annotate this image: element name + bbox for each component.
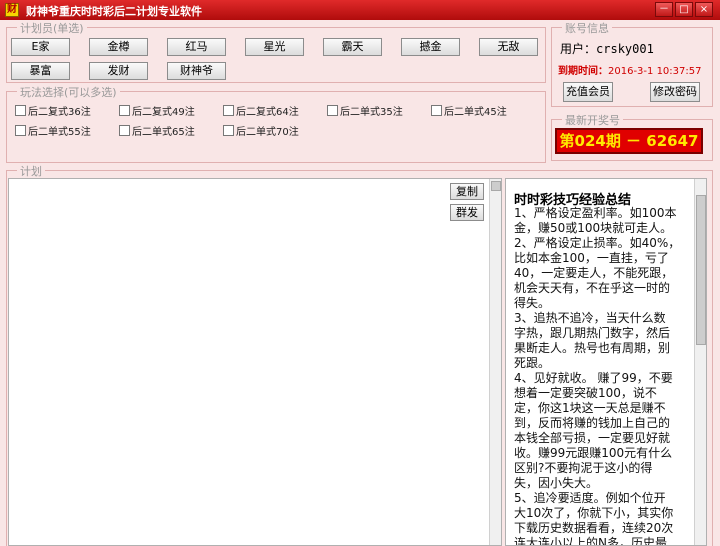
mode-label: 后二复式49注 — [132, 107, 195, 118]
tips-scroll-thumb[interactable] — [696, 195, 706, 345]
checkbox[interactable] — [223, 105, 234, 116]
planner-button-e-jia[interactable]: E家 — [11, 38, 70, 56]
planner-button-facai[interactable]: 发财 — [89, 62, 148, 80]
mode-option[interactable]: 后二单式35注 — [327, 103, 403, 118]
mode-label: 后二复式36注 — [28, 107, 91, 118]
mode-option[interactable]: 后二单式55注 — [15, 123, 91, 138]
mass-send-button[interactable]: 群发 — [450, 204, 484, 221]
tips-body: 1、严格设定盈利率。如100本 金，赚50或100块就可走人。 2、严格设定止损… — [514, 206, 681, 546]
planner-group-title: 计划员(单选) — [17, 20, 87, 36]
checkbox[interactable] — [119, 125, 130, 136]
planner-button-jinzun[interactable]: 金樽 — [89, 38, 148, 56]
mode-label: 后二单式45注 — [444, 107, 507, 118]
tips-scrollbar[interactable] — [694, 179, 706, 545]
account-group-title: 账号信息 — [562, 20, 612, 36]
user-name: crsky001 — [596, 42, 654, 56]
minimize-button[interactable]: － — [655, 2, 673, 17]
checkbox[interactable] — [119, 105, 130, 116]
planner-button-batian[interactable]: 霸天 — [323, 38, 382, 56]
mode-label: 后二单式70注 — [236, 127, 299, 138]
expire-row: 到期时间：2016-3-1 10:37:57 — [558, 62, 701, 77]
plan-group-title: 计划 — [17, 163, 45, 179]
checkbox[interactable] — [223, 125, 234, 136]
change-password-button[interactable]: 修改密码 — [650, 82, 700, 102]
planner-button-caishenye[interactable]: 财神爷 — [167, 62, 226, 80]
mode-option[interactable]: 后二复式49注 — [119, 103, 195, 118]
mode-label: 后二复式64注 — [236, 107, 299, 118]
plan-scrollbar[interactable] — [489, 179, 501, 545]
mode-option[interactable]: 后二复式36注 — [15, 103, 91, 118]
user-label: 用户： — [560, 42, 597, 56]
plan-scroll-thumb[interactable] — [491, 181, 501, 191]
tips-panel: 时时彩技巧经验总结 1、严格设定盈利率。如100本 金，赚50或100块就可走人… — [505, 178, 707, 546]
planner-button-xingguang[interactable]: 星光 — [245, 38, 304, 56]
mode-label: 后二单式65注 — [132, 127, 195, 138]
copy-button[interactable]: 复制 — [450, 183, 484, 200]
latest-draw-display: 第024期 － 62647 — [555, 128, 703, 154]
app-icon: 财 — [5, 3, 19, 17]
mode-option[interactable]: 后二复式64注 — [223, 103, 299, 118]
close-button[interactable]: × — [695, 2, 713, 17]
plan-output-area[interactable]: 复制 群发 — [8, 178, 502, 546]
user-row: 用户：crsky001 — [560, 40, 654, 57]
checkbox[interactable] — [15, 125, 26, 136]
planner-button-hanjin[interactable]: 撼金 — [401, 38, 460, 56]
recharge-button[interactable]: 充值会员 — [563, 82, 613, 102]
title-bar: 财 财神爷重庆时时彩后二计划专业软件 － □ × — [0, 0, 720, 20]
mode-option[interactable]: 后二单式45注 — [431, 103, 507, 118]
checkbox[interactable] — [327, 105, 338, 116]
planner-button-wudi[interactable]: 无敌 — [479, 38, 538, 56]
maximize-button[interactable]: □ — [675, 2, 693, 17]
mode-option[interactable]: 后二单式65注 — [119, 123, 195, 138]
planner-button-baofu[interactable]: 暴富 — [11, 62, 70, 80]
modes-group-title: 玩法选择(可以多选) — [17, 84, 120, 100]
expire-value: 2016-3-1 10:37:57 — [608, 66, 702, 77]
checkbox[interactable] — [15, 105, 26, 116]
mode-option[interactable]: 后二单式70注 — [223, 123, 299, 138]
mode-label: 后二单式55注 — [28, 127, 91, 138]
expire-label: 到期时间： — [558, 66, 608, 77]
checkbox[interactable] — [431, 105, 442, 116]
window-title: 财神爷重庆时时彩后二计划专业软件 — [26, 5, 202, 18]
planner-button-hongma[interactable]: 红马 — [167, 38, 226, 56]
lottery-group-title: 最新开奖号 — [562, 112, 623, 128]
mode-label: 后二单式35注 — [340, 107, 403, 118]
